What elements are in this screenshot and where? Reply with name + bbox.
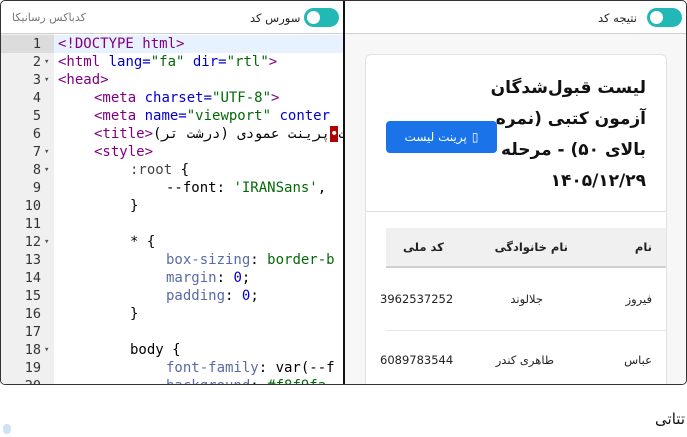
cell-first-name: فیروز bbox=[625, 292, 652, 306]
table-row: عباس طاهری کندر 6089783544 bbox=[380, 331, 666, 384]
code-line: :root { bbox=[130, 162, 190, 178]
footer-text: تتاتی bbox=[655, 410, 685, 428]
line-number-row: 11 bbox=[1, 215, 343, 233]
code-line: <html lang="fa" dir="rtl"> bbox=[58, 54, 278, 70]
result-card: لیست قبول‌شدگان آزمون کتبی (نمره بالای ۵… bbox=[365, 54, 667, 384]
code-line: margin: 0; bbox=[166, 270, 251, 286]
print-list-button[interactable]: ▯ پرینت لیست bbox=[386, 121, 497, 153]
code-line: } bbox=[130, 306, 139, 322]
cell-last-name: جلالوند bbox=[510, 292, 543, 306]
cell-national-id: 6089783544 bbox=[380, 353, 454, 367]
scroll-indicator-icon bbox=[3, 424, 11, 434]
code-editor[interactable]: 12▾3▾4567▾8▾9101112▾131415161718▾1920 <!… bbox=[1, 34, 343, 384]
toggle-knob bbox=[307, 11, 320, 24]
page-title: لیست قبول‌شدگان آزمون کتبی (نمره بالای ۵… bbox=[490, 78, 646, 191]
code-line: <style> bbox=[94, 144, 154, 160]
result-toggle[interactable] bbox=[647, 8, 682, 27]
cell-last-name: طاهری کندر bbox=[495, 353, 554, 367]
code-line: box-sizing: border-b bbox=[166, 252, 335, 268]
divider bbox=[366, 211, 666, 212]
table-header: نام نام خانوادگی کد ملی bbox=[386, 228, 666, 268]
cell-first-name: عباس bbox=[624, 353, 652, 367]
printer-icon: ▯ bbox=[471, 130, 479, 144]
header-national-id: کد ملی bbox=[403, 240, 444, 254]
line-number-row: 17 bbox=[1, 323, 343, 341]
code-line: <meta name="viewport" conter bbox=[94, 108, 331, 124]
code-line: <meta charset="UTF-8"> bbox=[94, 90, 280, 106]
toggle-knob bbox=[650, 11, 663, 24]
print-button-label: پرینت لیست bbox=[404, 130, 467, 144]
code-line: } bbox=[130, 198, 139, 214]
cell-national-id: 3962537252 bbox=[380, 292, 454, 306]
code-line: * { bbox=[130, 234, 156, 250]
header-last-name: نام خانوادگی bbox=[494, 240, 568, 254]
source-toggle-label: سورس کد bbox=[250, 11, 301, 25]
code-line: font-family: var(--f bbox=[166, 360, 335, 376]
header-first-name: نام bbox=[634, 240, 652, 254]
source-toggle[interactable] bbox=[304, 8, 339, 27]
table-row: فیروز جلالوند 3962537252 bbox=[380, 270, 666, 331]
code-line: --font: 'IRANSans', bbox=[166, 180, 327, 196]
result-toggle-label: نتیجه کد bbox=[598, 11, 637, 25]
codebox-window: کدباکس رسانیکا سورس کد نتیجه کد 1 2 ▾ 3 ▾ 4 5 6… bbox=[0, 0, 687, 385]
result-preview[interactable]: لیست قبول‌شدگان آزمون کتبی (نمره بالای ۵… bbox=[345, 34, 686, 384]
result-topbar: نتیجه کد bbox=[344, 1, 686, 34]
code-line: <!DOCTYPE html> bbox=[1, 35, 343, 53]
code-line: padding: 0; bbox=[166, 288, 259, 304]
code-line: body { bbox=[130, 342, 181, 358]
code-line: <title>(درشت•پرینت عمودی (درشت تر bbox=[94, 126, 343, 142]
code-line: <head> bbox=[58, 72, 109, 88]
code-line: background: #f8f9fa bbox=[1, 377, 343, 384]
source-topbar: کدباکس رسانیکا سورس کد bbox=[1, 1, 344, 34]
brand-link[interactable]: کدباکس رسانیکا bbox=[12, 11, 86, 24]
